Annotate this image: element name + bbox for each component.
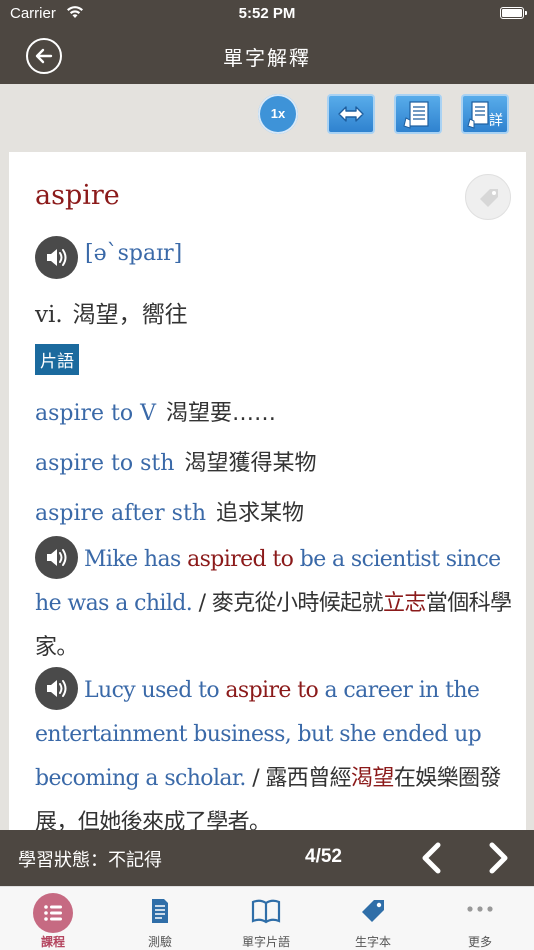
detail-button[interactable]: 詳 (461, 94, 509, 134)
tag-icon (362, 900, 384, 922)
example-zh-text: / 麥克從小時候起就 (192, 591, 384, 616)
toolbar: 1x 詳 (0, 84, 534, 146)
phrase-en: aspire after sth (35, 501, 206, 526)
headword: aspire (35, 180, 120, 211)
list-icon (44, 905, 62, 921)
switch-mode-button[interactable] (327, 94, 375, 134)
add-to-wordbook-button[interactable] (465, 174, 511, 220)
definition: 渴望，嚮往 (72, 302, 188, 328)
battery-icon (500, 7, 527, 19)
tab-wordbook[interactable]: 生字本 (320, 887, 426, 950)
tag-icon (480, 189, 498, 207)
tab-label: 更多 (467, 935, 492, 949)
example-zh-highlight: 渴望 (351, 766, 394, 791)
example-zh-text: / 露西曾經 (245, 766, 351, 791)
chevron-left-icon (422, 842, 441, 874)
document-icon (152, 899, 168, 923)
part-of-speech: vi. (35, 302, 63, 328)
pronunciation-row: [əˋspaɪr] (35, 236, 182, 279)
nav-bar: 單字解釋 (0, 28, 534, 84)
learning-status[interactable]: 學習狀態：不記得 (18, 846, 162, 872)
book-icon (251, 899, 281, 924)
example-sentence: Mike has aspired to be a scientist since… (35, 535, 515, 670)
example-en-text: Lucy used to (84, 678, 226, 703)
phrase-zh: 追求某物 (215, 501, 304, 526)
page-counter: 4/52 (305, 846, 342, 867)
pronunciation: [əˋspaɪr] (85, 241, 183, 266)
speaker-icon (47, 249, 67, 266)
example-sentence: Lucy used to aspire to a career in the e… (35, 666, 515, 830)
word-card: aspire [əˋspaɪr] vi. 渴望，嚮往 片語 aspire to V… (9, 152, 526, 830)
tab-label: 生字本 (354, 935, 391, 949)
clock: 5:52 PM (238, 5, 296, 22)
document-hand-icon (403, 101, 429, 129)
phrase-zh: 渴望要…… (166, 401, 277, 426)
next-word-button[interactable] (480, 840, 516, 876)
example-zh-highlight: 立志 (382, 591, 426, 616)
phrase-item: aspire to V 渴望要…… (35, 395, 276, 427)
tab-more[interactable]: 更多 (427, 887, 533, 950)
reading-list-button[interactable] (394, 94, 442, 134)
speaker-icon (47, 548, 67, 566)
phrase-zh: 渴望獲得某物 (184, 451, 317, 476)
speaker-icon (47, 679, 67, 697)
svg-text:詳: 詳 (489, 113, 503, 129)
phrase-badge: 片語 (35, 344, 79, 375)
tab-vocabulary-phrases[interactable]: 單字片語 (213, 887, 319, 950)
status-bar: Carrier 5:52 PM (0, 0, 534, 28)
previous-word-button[interactable] (414, 840, 450, 876)
example-en-highlight: aspired to (187, 547, 294, 572)
swap-arrows-icon (338, 106, 364, 122)
tab-courses[interactable]: 課程 (0, 887, 106, 950)
tab-label: 單字片語 (241, 935, 290, 949)
tab-label: 測驗 (147, 935, 172, 949)
example-en-text: Mike has (84, 547, 188, 572)
page-title: 單字解釋 (223, 46, 311, 70)
example-en-highlight: aspire to (225, 678, 319, 703)
word-audio-button[interactable] (35, 236, 78, 279)
phrase-en: aspire to V (35, 401, 157, 426)
tab-bar: 課程 測驗 單字片語 生字本 更多 (0, 886, 534, 950)
example-audio-button[interactable] (35, 666, 78, 710)
phrase-item: aspire to sth 渴望獲得某物 (35, 445, 316, 477)
phrase-en: aspire to sth (35, 451, 175, 476)
learning-status-bar: 學習狀態：不記得 4/52 (0, 830, 534, 886)
example-audio-button[interactable] (35, 535, 78, 579)
definition-line: vi. 渴望，嚮往 (35, 295, 188, 329)
document-detail-icon: 詳 (467, 101, 503, 129)
more-icon (467, 906, 493, 912)
playback-speed-button[interactable]: 1x (258, 94, 298, 134)
phrase-item: aspire after sth 追求某物 (35, 495, 304, 527)
chevron-right-icon (489, 842, 508, 874)
tab-quiz[interactable]: 測驗 (107, 887, 213, 950)
tab-label: 課程 (40, 935, 65, 949)
